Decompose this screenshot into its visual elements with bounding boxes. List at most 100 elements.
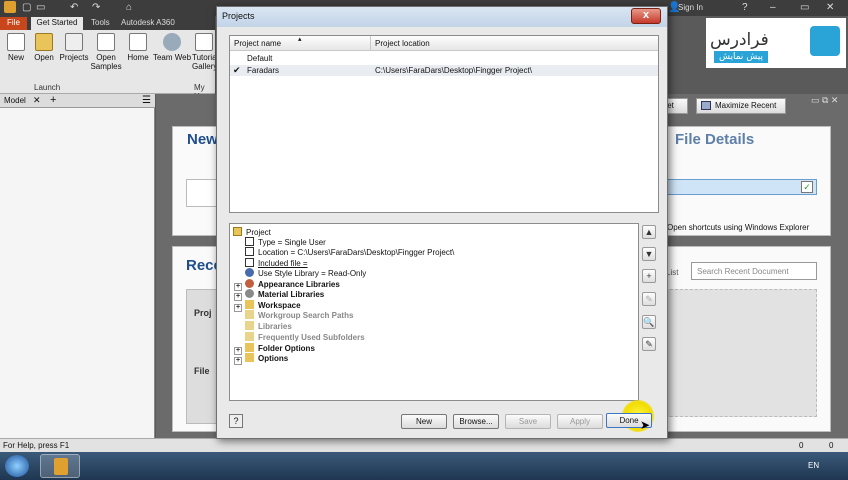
dialog-title-bar[interactable]: Projects [217,7,667,27]
taskbar-inventor-item[interactable] [40,454,80,478]
menu-icon[interactable]: ☰ [142,95,151,106]
apply-button[interactable]: Apply [557,414,603,429]
tab-autodesk-a360[interactable]: Autodesk A360 [116,17,180,30]
tree-workgroup-label: Workgroup Search Paths [258,311,354,320]
tree-item-material-libraries[interactable]: + Material Libraries [234,289,324,301]
help-icon[interactable]: ? [742,2,748,13]
checkbox-checked-icon[interactable]: ✓ [801,181,813,193]
projects-table: Project name ▴ Project location Default … [229,35,659,213]
globe-icon [163,33,181,51]
dialog-close-button[interactable]: x [631,8,661,24]
windows-taskbar: EN [0,452,848,480]
tab-get-started[interactable]: Get Started [31,17,83,30]
expand-icon[interactable]: + [234,357,242,365]
language-indicator[interactable]: EN [808,461,819,470]
start-button-icon[interactable] [5,455,29,477]
frequent-folder-icon [245,332,254,341]
tree-item-style-library[interactable]: Use Style Library = Read-Only [245,268,366,278]
project-location-cell: C:\Users\FaraDars\Desktop\Fingger Projec… [375,66,532,75]
tree-type-label: Type = Single User [258,238,326,247]
home-button[interactable]: Home [124,33,152,62]
new-project-button[interactable]: New [401,414,447,429]
maximize-recent-button[interactable]: Maximize Recent [696,98,786,114]
included-file-icon [245,258,254,267]
tab-model[interactable]: Model [4,96,26,105]
tree-root-label: Project [246,228,271,237]
column-project-name-label: Project name [234,39,282,48]
active-project-check-icon: ✔ [233,65,241,75]
add-path-button[interactable]: + [642,269,656,283]
tree-item-libraries[interactable]: Libraries [245,321,292,331]
project-settings-tree: Project Type = Single User Location = C:… [229,223,639,401]
table-row[interactable]: Default [230,53,658,64]
team-web-label: Team Web [152,53,192,62]
add-tab-icon[interactable]: + [50,94,56,106]
tab-file[interactable]: File [0,17,27,30]
projects-label: Projects [59,53,89,62]
tab-tools[interactable]: Tools [86,17,115,30]
table-row[interactable]: ✔ Faradars C:\Users\FaraDars\Desktop\Fin… [230,65,658,76]
close-tab-icon[interactable]: ✕ [33,95,41,106]
status-count-2: 0 [829,441,834,450]
open-samples-button[interactable]: Open Samples [90,33,122,71]
tree-folder-options-label: Folder Options [258,344,315,353]
quick-access-new-icon[interactable]: ▢ [22,2,31,13]
close-icon[interactable]: ✕ [826,2,834,13]
expand-icon[interactable]: + [234,304,242,312]
undo-icon[interactable]: ↶ [70,2,78,13]
move-down-button[interactable]: ▼ [642,247,656,261]
file-label: File [194,366,210,376]
tree-item-workgroup-search-paths[interactable]: Workgroup Search Paths [245,310,353,320]
new-button[interactable]: New [4,33,28,62]
maximize-recent-label: Maximize Recent [715,101,777,110]
browse-button[interactable]: Browse... [453,414,499,429]
team-web-button[interactable]: Team Web [152,33,192,62]
appearance-icon [245,279,254,288]
tutorial-gallery-button[interactable]: Tutorial Gallery [192,33,215,71]
proj-label: Proj [194,308,212,318]
find-duplicates-button[interactable]: 🔍 [642,315,656,329]
tree-item-folder-options[interactable]: + Folder Options [234,343,315,355]
new-panel-title: New [187,131,218,148]
sign-in-link[interactable]: Sign In [678,3,703,12]
column-header-project-name[interactable]: Project name ▴ [230,36,371,51]
project-folder-icon [233,227,242,236]
home-icon[interactable]: ⌂ [126,2,132,13]
file-details-selected-row[interactable]: ✓ [657,179,817,195]
minimize-icon[interactable]: – [770,2,776,13]
new-label: New [7,53,24,62]
window-controls-icon[interactable]: ▭ ⧉ ✕ [811,95,838,106]
edit-options-button[interactable]: ✎ [642,337,656,351]
column-project-location-label: Project location [375,39,430,48]
tree-item-location[interactable]: Location = C:\Users\FaraDars\Desktop\Fin… [245,247,454,257]
save-button[interactable]: Save [505,414,551,429]
move-up-button[interactable]: ▲ [642,225,656,239]
maximize-icon[interactable]: ▭ [800,2,809,13]
search-recent-input[interactable]: Search Recent Document [691,262,817,280]
recent-details-panel: List Search Recent Document [656,246,831,432]
tutorial-icon [194,33,213,51]
file-details-panel: File Details ✓ Open shortcuts using Wind… [656,126,831,236]
tree-item-options[interactable]: + Options [234,353,288,365]
edit-path-button[interactable]: ✎ [642,292,656,306]
help-button[interactable]: ? [229,414,243,428]
book-logo-icon [810,26,840,56]
folder-open-icon [35,33,53,51]
tree-libraries-label: Libraries [258,322,292,331]
tree-style-library-label: Use Style Library = Read-Only [258,269,367,278]
material-icon [245,289,254,298]
column-header-project-location[interactable]: Project location [371,36,658,51]
tree-item-workspace[interactable]: + Workspace [234,300,301,312]
tree-root-project[interactable]: Project [233,227,271,237]
tree-item-type[interactable]: Type = Single User [245,237,326,247]
quick-access-open-icon[interactable]: ▭ [36,2,45,13]
ribbon-tabs: File Get Started Tools Autodesk A360 [0,16,215,30]
inventor-logo-icon[interactable] [4,1,16,13]
redo-icon[interactable]: ↷ [92,2,100,13]
open-button[interactable]: Open [32,33,56,62]
open-samples-label: Open Samples [90,53,122,71]
tree-item-appearance-libraries[interactable]: + Appearance Libraries [234,279,340,291]
tree-item-included-file[interactable]: Included file = [245,258,308,268]
tree-item-frequently-used[interactable]: Frequently Used Subfolders [245,332,365,342]
projects-button[interactable]: Projects [58,33,90,62]
